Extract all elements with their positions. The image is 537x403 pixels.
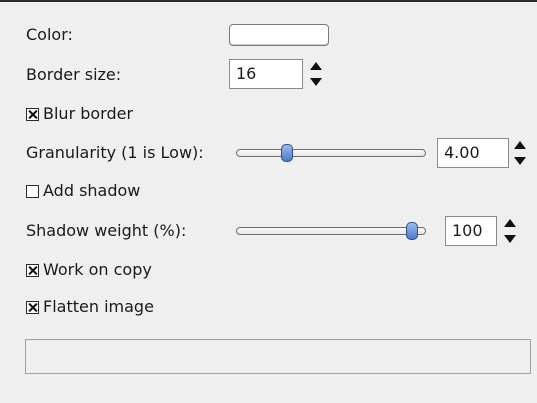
slider-handle[interactable] (280, 144, 293, 162)
spin-down-icon[interactable] (514, 157, 526, 165)
slider-trough (236, 227, 426, 235)
top-border (0, 0, 537, 2)
border-size-stepper[interactable] (310, 61, 322, 87)
progress-bar (25, 339, 531, 374)
border-size-field[interactable]: 16 (229, 59, 303, 89)
add-shadow-label: Add shadow (43, 181, 141, 200)
blur-border-checkbox[interactable] (26, 108, 39, 121)
color-button[interactable] (229, 24, 329, 46)
granularity-label: Granularity (1 is Low): (26, 143, 204, 162)
flatten-image-label: Flatten image (43, 297, 154, 316)
shadow-weight-stepper[interactable] (504, 218, 516, 244)
flatten-image-checkbox[interactable] (26, 301, 39, 314)
granularity-stepper[interactable] (514, 140, 526, 166)
granularity-field[interactable]: 4.00 (437, 138, 509, 168)
color-label: Color: (26, 25, 73, 44)
slider-handle[interactable] (406, 222, 418, 240)
border-size-label: Border size: (26, 65, 122, 84)
spin-down-icon[interactable] (310, 78, 322, 86)
spin-down-icon[interactable] (504, 235, 516, 243)
spin-up-icon[interactable] (504, 219, 516, 227)
granularity-slider[interactable] (236, 143, 426, 163)
shadow-weight-label: Shadow weight (%): (26, 221, 187, 240)
shadow-weight-slider[interactable] (236, 221, 426, 241)
blur-border-label: Blur border (43, 104, 134, 123)
work-on-copy-label: Work on copy (43, 260, 152, 279)
spin-up-icon[interactable] (310, 62, 322, 70)
shadow-weight-field[interactable]: 100 (445, 216, 497, 246)
spin-up-icon[interactable] (514, 141, 526, 149)
slider-trough (236, 149, 426, 157)
add-shadow-checkbox[interactable] (26, 185, 39, 198)
work-on-copy-checkbox[interactable] (26, 264, 39, 277)
